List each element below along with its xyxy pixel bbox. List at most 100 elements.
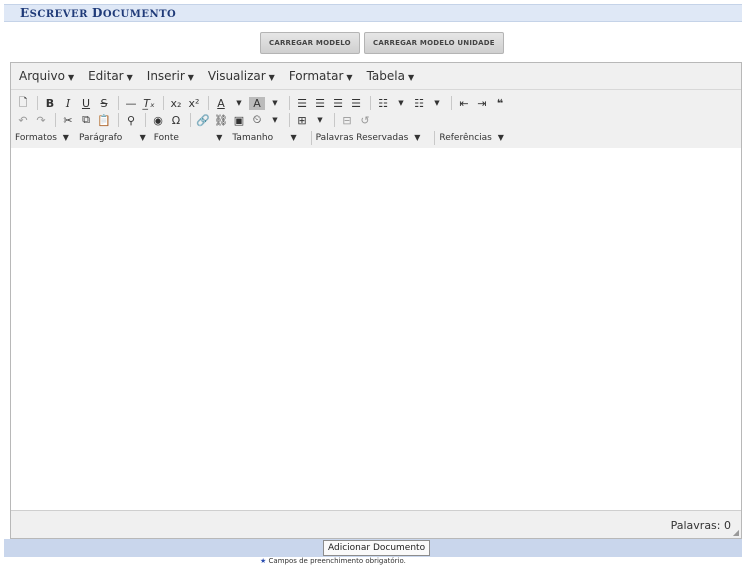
- rich-text-editor: Arquivo ▼ Editar ▼ Inserir ▼ Visualizar ▼ Fo…: [10, 62, 742, 539]
- numbered-list-icon[interactable]: ☷: [411, 97, 427, 110]
- toolbar-separator: [190, 113, 191, 127]
- link-icon[interactable]: 🔗: [195, 114, 211, 127]
- caret-down-icon: ▼: [216, 133, 223, 142]
- title-initial: E: [20, 6, 30, 20]
- image-icon[interactable]: ▣: [231, 114, 247, 127]
- section-header: ESCREVER DOCUMENTO: [4, 4, 742, 22]
- toolbar-separator: [451, 96, 452, 110]
- formats-dropdown[interactable]: Formatos ▼: [15, 133, 69, 143]
- undo-icon[interactable]: ↶: [15, 114, 31, 127]
- caret-down-icon[interactable]: ▼: [312, 116, 328, 124]
- caret-down-icon: ▼: [67, 73, 75, 82]
- horizontal-rule-icon[interactable]: —: [123, 97, 139, 110]
- outdent-icon[interactable]: ⇤: [456, 97, 472, 110]
- title-rest: SCREVER: [29, 9, 92, 20]
- word-count: Palavras: 0: [670, 519, 731, 532]
- paragraph-dropdown[interactable]: Parágrafo ▼: [79, 133, 146, 143]
- document-editor-form: ESCREVER DOCUMENTO CARREGAR MODELO CARRE…: [4, 4, 742, 571]
- strikethrough-icon[interactable]: S: [96, 97, 112, 110]
- copy-icon[interactable]: ⧉: [78, 113, 94, 127]
- add-document-button[interactable]: Adicionar Documento: [323, 540, 431, 556]
- unlink-icon[interactable]: ⛓: [213, 114, 229, 127]
- toolbar-separator: [118, 113, 119, 127]
- toolbar-row-1: 🗋 B I U S — T̲ₓ x₂ x² A ▼ A ▼ ☰ ☰ ☰ ☰ ☷ …: [15, 95, 510, 111]
- toolbar-row-2: ↶ ↷ ✂ ⧉ 📋 ⚲ ◉ Ω 🔗 ⛓ ▣ ⏲ ▼ ⊞ ▼ ⊟ ↺: [15, 112, 375, 128]
- superscript-icon[interactable]: x²: [186, 97, 202, 110]
- toolbar-separator: [289, 96, 290, 110]
- caret-down-icon[interactable]: ▼: [267, 99, 283, 107]
- toolbar-separator: [334, 113, 335, 127]
- special-character-icon[interactable]: Ω: [168, 114, 184, 127]
- load-model-button[interactable]: CARREGAR MODELO: [260, 32, 360, 54]
- page-break-icon[interactable]: ⊟: [339, 114, 355, 127]
- caret-down-icon: ▼: [139, 133, 146, 142]
- caret-down-icon: ▼: [407, 73, 415, 82]
- title-rest-2: OCUMENTO: [102, 9, 177, 20]
- text-color-icon[interactable]: A: [213, 97, 229, 110]
- paste-icon[interactable]: 📋: [96, 114, 112, 127]
- align-left-icon[interactable]: ☰: [294, 97, 310, 110]
- menu-inserir[interactable]: Inserir ▼: [147, 69, 194, 83]
- editor-toolbar: 🗋 B I U S — T̲ₓ x₂ x² A ▼ A ▼ ☰ ☰ ☰ ☰ ☷ …: [11, 90, 741, 149]
- load-model-unit-button[interactable]: CARREGAR MODELO UNIDADE: [364, 32, 504, 54]
- caret-down-icon: ▼: [62, 133, 69, 142]
- align-justify-icon[interactable]: ☰: [348, 97, 364, 110]
- caret-down-icon: ▼: [414, 133, 421, 142]
- caret-down-icon: ▼: [187, 73, 194, 82]
- align-center-icon[interactable]: ☰: [312, 97, 328, 110]
- model-buttons-row: CARREGAR MODELO CARREGAR MODELO UNIDADE: [4, 22, 742, 58]
- subscript-icon[interactable]: x₂: [168, 97, 184, 110]
- toolbar-separator: [310, 131, 312, 145]
- menu-arquivo[interactable]: Arquivo ▼: [19, 69, 74, 83]
- find-replace-icon[interactable]: ⚲: [123, 114, 139, 127]
- toolbar-separator: [434, 131, 436, 145]
- date-time-icon[interactable]: ⏲: [249, 113, 265, 127]
- preview-icon[interactable]: ◉: [150, 114, 166, 127]
- bullet-list-icon[interactable]: ☷: [375, 97, 391, 110]
- toolbar-separator: [145, 113, 146, 127]
- form-action-bar: Adicionar Documento: [4, 539, 742, 557]
- toolbar-separator: [370, 96, 371, 110]
- editor-content-area[interactable]: [11, 148, 741, 510]
- caret-down-icon: ▼: [268, 73, 275, 82]
- caret-down-icon: ▼: [290, 133, 297, 142]
- menu-tabela[interactable]: Tabela ▼: [367, 69, 415, 83]
- table-icon[interactable]: ⊞: [294, 114, 310, 127]
- reserved-words-dropdown[interactable]: Palavras Reservadas ▼: [316, 133, 421, 143]
- indent-icon[interactable]: ⇥: [474, 97, 490, 110]
- caret-down-icon[interactable]: ▼: [393, 99, 409, 107]
- references-dropdown[interactable]: Referências ▼: [439, 133, 504, 143]
- caret-down-icon: ▼: [497, 133, 504, 142]
- italic-icon[interactable]: I: [60, 97, 76, 110]
- caret-down-icon[interactable]: ▼: [231, 99, 247, 107]
- new-document-icon[interactable]: 🗋: [15, 94, 31, 113]
- underline-icon[interactable]: U: [78, 97, 94, 110]
- title-initial-2: D: [91, 6, 103, 20]
- caret-down-icon: ▼: [346, 73, 353, 82]
- toolbar-separator: [37, 96, 38, 110]
- size-dropdown[interactable]: Tamanho ▼: [232, 133, 296, 143]
- toolbar-row-3: Formatos ▼ Parágrafo ▼ Fonte ▼ Tamanho ▼…: [15, 130, 514, 146]
- blockquote-icon[interactable]: ❝: [492, 97, 508, 110]
- cut-icon[interactable]: ✂: [60, 114, 76, 127]
- clear-formatting-icon[interactable]: T̲ₓ: [141, 97, 157, 110]
- toolbar-separator: [289, 113, 290, 127]
- align-right-icon[interactable]: ☰: [330, 97, 346, 110]
- required-fields-note: ★ Campos de preenchimento obrigatório.: [260, 557, 406, 565]
- caret-down-icon[interactable]: ▼: [429, 99, 445, 107]
- toolbar-separator: [118, 96, 119, 110]
- font-dropdown[interactable]: Fonte ▼: [154, 133, 223, 143]
- editor-menubar: Arquivo ▼ Editar ▼ Inserir ▼ Visualizar ▼ Fo…: [11, 63, 741, 90]
- menu-editar[interactable]: Editar ▼: [88, 69, 133, 83]
- editor-statusbar: Palavras: 0 ◢: [11, 510, 741, 538]
- restore-draft-icon[interactable]: ↺: [357, 114, 373, 127]
- caret-down-icon[interactable]: ▼: [267, 116, 283, 124]
- redo-icon[interactable]: ↷: [33, 114, 49, 127]
- bold-icon[interactable]: B: [42, 97, 58, 110]
- toolbar-separator: [163, 96, 164, 110]
- background-color-icon[interactable]: A: [249, 96, 265, 110]
- menu-formatar[interactable]: Formatar ▼: [289, 69, 353, 83]
- menu-visualizar[interactable]: Visualizar ▼: [208, 69, 275, 83]
- resize-handle-icon[interactable]: ◢: [733, 528, 739, 537]
- toolbar-separator: [55, 113, 56, 127]
